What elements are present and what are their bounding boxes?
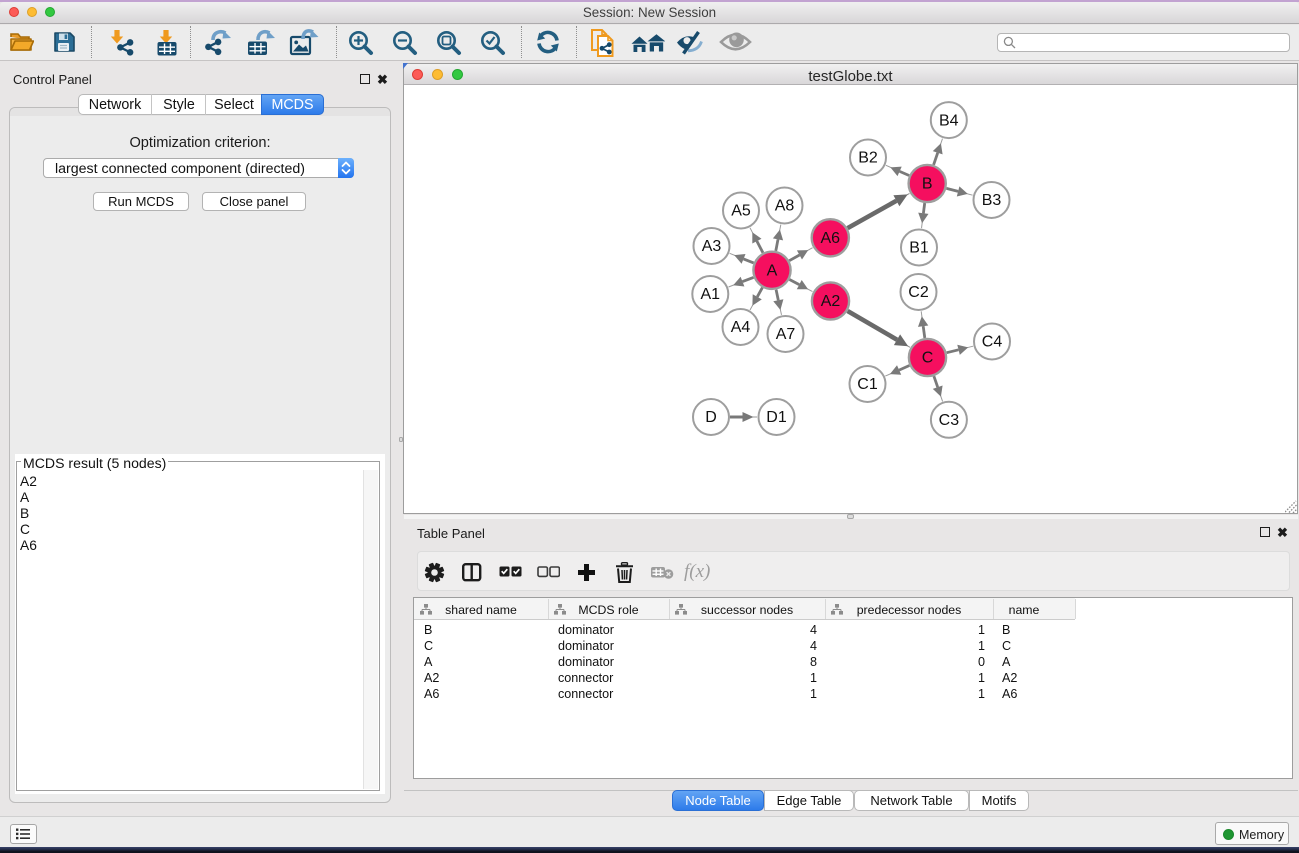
svg-text:A4: A4 [730,319,750,336]
svg-text:A1: A1 [700,286,720,303]
svg-text:C2: C2 [908,284,929,301]
svg-text:B2: B2 [858,149,878,166]
svg-text:A: A [766,262,777,279]
svg-text:D: D [705,409,717,426]
svg-text:C1: C1 [857,376,878,393]
svg-text:C: C [921,349,933,366]
svg-text:C4: C4 [981,333,1002,350]
svg-text:A3: A3 [701,238,721,255]
svg-text:A6: A6 [820,230,840,247]
svg-text:A7: A7 [775,326,795,343]
svg-text:B4: B4 [939,112,959,129]
svg-text:B: B [921,175,932,192]
svg-text:A2: A2 [820,293,840,310]
svg-text:D1: D1 [766,409,787,426]
svg-text:A5: A5 [731,202,751,219]
svg-text:B1: B1 [909,239,929,256]
svg-text:A8: A8 [774,197,794,214]
svg-text:B3: B3 [981,192,1001,209]
svg-text:C3: C3 [938,412,959,429]
